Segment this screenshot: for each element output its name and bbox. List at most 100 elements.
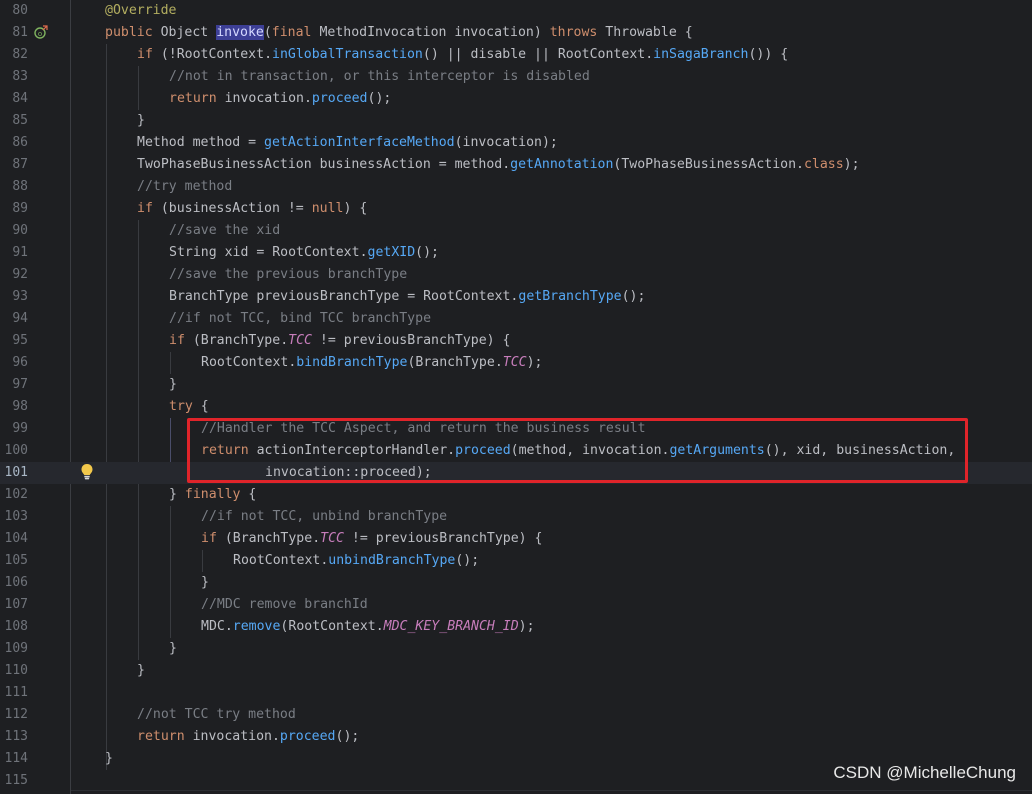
line-number: 109 xyxy=(4,641,28,656)
code-line[interactable]: 84 return invocation.proceed(); xyxy=(0,88,1032,110)
line-number: 106 xyxy=(4,575,28,590)
line-number: 84 xyxy=(12,91,28,106)
code-text[interactable]: RootContext.unbindBranchType(); xyxy=(233,550,479,572)
code-text[interactable]: MDC.remove(RootContext.MDC_KEY_BRANCH_ID… xyxy=(201,616,535,638)
line-number: 87 xyxy=(12,157,28,172)
line-number: 112 xyxy=(4,707,28,722)
line-number: 97 xyxy=(12,377,28,392)
code-text[interactable]: if (!RootContext.inGlobalTransaction() |… xyxy=(137,44,788,66)
code-line[interactable]: 87 TwoPhaseBusinessAction businessAction … xyxy=(0,154,1032,176)
code-line[interactable]: 88 //try method xyxy=(0,176,1032,198)
code-text[interactable]: @Override xyxy=(105,0,176,22)
code-text[interactable]: Method method = getActionInterfaceMethod… xyxy=(137,132,558,154)
code-line[interactable]: 113 return invocation.proceed(); xyxy=(0,726,1032,748)
override-gutter-icon[interactable]: o xyxy=(34,25,48,39)
code-text[interactable]: //if not TCC, bind TCC branchType xyxy=(169,308,431,330)
code-line[interactable]: 112 //not TCC try method xyxy=(0,704,1032,726)
code-line[interactable]: 93 BranchType previousBranchType = RootCo… xyxy=(0,286,1032,308)
line-number: 83 xyxy=(12,69,28,84)
line-number: 110 xyxy=(4,663,28,678)
code-text[interactable]: } xyxy=(105,748,113,770)
line-number: 95 xyxy=(12,333,28,348)
line-number: 90 xyxy=(12,223,28,238)
code-text[interactable]: //MDC remove branchId xyxy=(201,594,368,616)
code-line[interactable]: 106} xyxy=(0,572,1032,594)
line-number: 96 xyxy=(12,355,28,370)
code-text[interactable]: //not in transaction, or this intercepto… xyxy=(169,66,590,88)
code-line[interactable]: 105 RootContext.unbindBranchType(); xyxy=(0,550,1032,572)
code-line[interactable]: 97} xyxy=(0,374,1032,396)
line-number: 104 xyxy=(4,531,28,546)
code-line[interactable]: 90 //save the xid xyxy=(0,220,1032,242)
code-text[interactable]: } xyxy=(137,660,145,682)
line-number: 111 xyxy=(4,685,28,700)
code-line[interactable]: 94 //if not TCC, bind TCC branchType xyxy=(0,308,1032,330)
code-text[interactable]: if (businessAction != null) { xyxy=(137,198,367,220)
editor-bottom-border xyxy=(71,790,1032,791)
line-number: 81 xyxy=(12,25,28,40)
code-text[interactable]: //save the xid xyxy=(169,220,280,242)
code-text[interactable]: RootContext.bindBranchType(BranchType.TC… xyxy=(201,352,542,374)
line-number: 99 xyxy=(12,421,28,436)
line-number: 89 xyxy=(12,201,28,216)
code-line[interactable]: 110} xyxy=(0,660,1032,682)
code-line[interactable]: 89 if (businessAction != null) { xyxy=(0,198,1032,220)
highlight-box xyxy=(187,418,968,483)
line-number: 85 xyxy=(12,113,28,128)
line-number: 101 xyxy=(4,465,28,480)
code-text[interactable]: try { xyxy=(169,396,209,418)
code-line[interactable]: 102 } finally { xyxy=(0,484,1032,506)
line-number: 94 xyxy=(12,311,28,326)
code-line[interactable]: 91 String xid = RootContext.getXID(); xyxy=(0,242,1032,264)
code-text[interactable]: //try method xyxy=(137,176,232,198)
line-number: 114 xyxy=(4,751,28,766)
code-line[interactable]: 83 //not in transaction, or this intercep… xyxy=(0,66,1032,88)
code-line[interactable]: 108 MDC.remove(RootContext.MDC_KEY_BRANCH… xyxy=(0,616,1032,638)
lightbulb-icon[interactable] xyxy=(80,463,94,481)
code-text[interactable]: } xyxy=(169,638,177,660)
code-text[interactable]: TwoPhaseBusinessAction businessAction = … xyxy=(137,154,860,176)
line-number: 100 xyxy=(4,443,28,458)
code-line[interactable]: 111 xyxy=(0,682,1032,704)
code-line[interactable]: 95 if (BranchType.TCC != previousBranchTy… xyxy=(0,330,1032,352)
code-text[interactable]: //save the previous branchType xyxy=(169,264,407,286)
code-text[interactable]: //if not TCC, unbind branchType xyxy=(201,506,447,528)
code-line[interactable]: 104 if (BranchType.TCC != previousBranchT… xyxy=(0,528,1032,550)
code-line[interactable]: 80 @Override xyxy=(0,0,1032,22)
code-text[interactable]: BranchType previousBranchType = RootCont… xyxy=(169,286,645,308)
code-line[interactable]: 92 //save the previous branchType xyxy=(0,264,1032,286)
line-number: 113 xyxy=(4,729,28,744)
code-text[interactable]: } xyxy=(137,110,145,132)
code-line[interactable]: 96 RootContext.bindBranchType(BranchType.… xyxy=(0,352,1032,374)
svg-text:o: o xyxy=(38,30,42,38)
code-line[interactable]: 81 public Object invoke(final MethodInvoc… xyxy=(0,22,1032,44)
line-number: 115 xyxy=(4,773,28,788)
line-number: 82 xyxy=(12,47,28,62)
line-number: 88 xyxy=(12,179,28,194)
code-line[interactable]: 107 //MDC remove branchId xyxy=(0,594,1032,616)
line-number: 92 xyxy=(12,267,28,282)
code-text[interactable]: return invocation.proceed(); xyxy=(137,726,359,748)
code-text[interactable]: if (BranchType.TCC != previousBranchType… xyxy=(169,330,510,352)
code-line[interactable]: 103 //if not TCC, unbind branchType xyxy=(0,506,1032,528)
watermark: CSDN @MichelleChung xyxy=(833,763,1016,782)
code-text[interactable]: if (BranchType.TCC != previousBranchType… xyxy=(201,528,542,550)
line-number: 105 xyxy=(4,553,28,568)
line-number: 103 xyxy=(4,509,28,524)
code-text[interactable]: } xyxy=(169,374,177,396)
code-line[interactable]: 85} xyxy=(0,110,1032,132)
code-line[interactable]: 86 Method method = getActionInterfaceMeth… xyxy=(0,132,1032,154)
code-text[interactable]: } finally { xyxy=(169,484,256,506)
code-text[interactable]: public Object invoke(final MethodInvocat… xyxy=(105,22,693,44)
line-number: 108 xyxy=(4,619,28,634)
code-line[interactable]: 109} xyxy=(0,638,1032,660)
code-text[interactable]: String xid = RootContext.getXID(); xyxy=(169,242,439,264)
line-number: 102 xyxy=(4,487,28,502)
code-line[interactable]: 98 try { xyxy=(0,396,1032,418)
code-text[interactable]: } xyxy=(201,572,209,594)
line-number: 86 xyxy=(12,135,28,150)
code-text[interactable]: return invocation.proceed(); xyxy=(169,88,391,110)
line-number: 93 xyxy=(12,289,28,304)
code-line[interactable]: 82 if (!RootContext.inGlobalTransaction()… xyxy=(0,44,1032,66)
code-text[interactable]: //not TCC try method xyxy=(137,704,296,726)
